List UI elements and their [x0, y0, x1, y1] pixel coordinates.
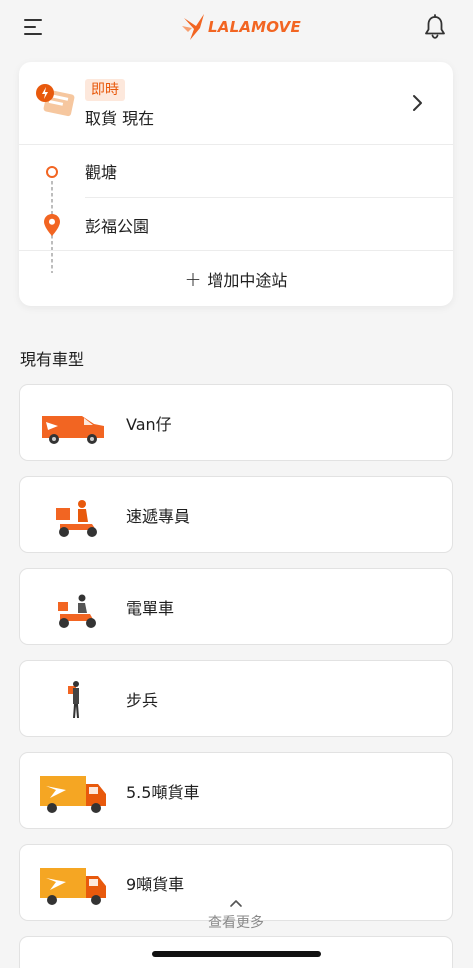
truck-icon — [40, 868, 106, 905]
see-more-label: 查看更多 — [208, 915, 264, 931]
instant-badge: 即時 — [85, 79, 125, 101]
logo-text: LALAMOVE — [208, 18, 301, 36]
vehicle-name: 步兵 — [126, 691, 159, 710]
vehicle-name: 電單車 — [126, 599, 175, 618]
chevron-up-icon — [230, 900, 242, 907]
chevron-right-icon — [413, 95, 422, 111]
section-title: 現有車型 — [20, 350, 85, 369]
pickup-address: 觀塘 — [85, 163, 118, 182]
vehicle-name: 5.5噸貨車 — [126, 783, 200, 802]
dropoff-address: 彭福公園 — [85, 217, 150, 236]
pickup-time-selector[interactable]: 即時 取貨 現在 — [19, 62, 453, 144]
vehicle-option-truck-5-5[interactable]: 5.5噸貨車 — [19, 752, 453, 829]
menu-icon[interactable] — [24, 17, 44, 37]
motorcycle-icon — [58, 594, 96, 628]
stop-dropoff[interactable]: 彭福公園 — [19, 198, 453, 250]
plus-icon: + — [184, 267, 202, 291]
pickup-time-text: 取貨 現在 — [85, 109, 155, 128]
vehicle-name: 9噸貨車 — [126, 875, 185, 894]
add-stop-button[interactable]: + 增加中途站 — [19, 252, 453, 306]
route-card: 即時 取貨 現在 觀塘 彭福公園 + 增加中途站 — [19, 62, 453, 306]
add-stop-label: 增加中途站 — [207, 271, 288, 290]
vehicle-option-courier[interactable]: 速遞專員 — [19, 476, 453, 553]
lalamove-bird-icon — [182, 14, 204, 40]
van-icon — [42, 416, 104, 444]
courier-icon — [56, 500, 97, 537]
truck-icon — [40, 776, 106, 813]
instant-delivery-icon — [36, 84, 75, 117]
vehicle-option-walker[interactable]: 步兵 — [19, 660, 453, 737]
vehicle-option-van[interactable]: Van仔 — [19, 384, 453, 461]
walker-icon — [68, 681, 79, 718]
lalamove-logo: LALAMOVE — [182, 12, 301, 42]
stop-pickup[interactable]: 觀塘 — [19, 144, 453, 196]
vehicle-name: Van仔 — [126, 415, 172, 434]
notification-bell-icon[interactable] — [423, 14, 447, 40]
see-more-button[interactable]: 查看更多 — [190, 898, 282, 940]
home-indicator — [152, 951, 321, 957]
app-header: LALAMOVE — [0, 0, 473, 56]
vehicle-name: 速遞專員 — [126, 507, 191, 526]
vehicle-option-motorcycle[interactable]: 電單車 — [19, 568, 453, 645]
divider — [19, 250, 453, 251]
